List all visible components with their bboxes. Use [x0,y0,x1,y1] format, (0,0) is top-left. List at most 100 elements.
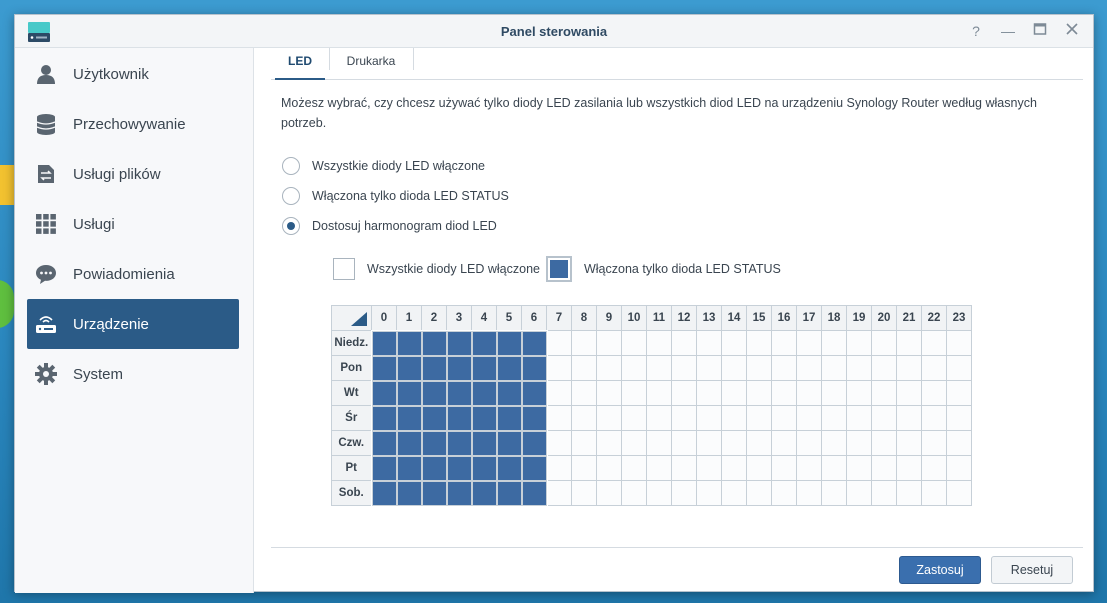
radio-button[interactable] [282,157,300,175]
schedule-cell-all-on[interactable] [646,380,672,406]
schedule-cell-all-on[interactable] [921,480,947,506]
schedule-cell-all-on[interactable] [546,480,572,506]
schedule-cell-all-on[interactable] [621,355,647,381]
schedule-cell-all-on[interactable] [571,330,597,356]
schedule-cell-all-on[interactable] [746,355,772,381]
schedule-cell-all-on[interactable] [821,455,847,481]
apply-button[interactable]: Zastosuj [899,556,981,584]
tab-led[interactable]: LED [275,48,325,80]
schedule-cell-all-on[interactable] [846,455,872,481]
schedule-cell-all-on[interactable] [646,405,672,431]
schedule-cell-status-only[interactable] [470,379,498,407]
sidebar-item-file-services[interactable]: Usługi plików [27,149,239,199]
schedule-cell-all-on[interactable] [571,405,597,431]
schedule-cell-all-on[interactable] [871,380,897,406]
day-header[interactable]: Pt [331,455,372,481]
hour-header[interactable]: 19 [846,305,872,331]
schedule-cell-status-only[interactable] [495,479,523,507]
hour-header[interactable]: 23 [946,305,972,331]
schedule-cell-all-on[interactable] [771,405,797,431]
schedule-cell-all-on[interactable] [796,455,822,481]
schedule-cell-all-on[interactable] [621,480,647,506]
schedule-cell-status-only[interactable] [395,479,423,507]
schedule-cell-all-on[interactable] [921,380,947,406]
schedule-cell-status-only[interactable] [370,329,398,357]
schedule-cell-all-on[interactable] [821,330,847,356]
schedule-cell-status-only[interactable] [520,329,548,357]
schedule-cell-status-only[interactable] [520,354,548,382]
radio-button[interactable] [282,187,300,205]
schedule-cell-all-on[interactable] [696,430,722,456]
schedule-cell-status-only[interactable] [395,404,423,432]
schedule-cell-all-on[interactable] [871,355,897,381]
schedule-cell-all-on[interactable] [621,380,647,406]
schedule-cell-status-only[interactable] [520,379,548,407]
hour-header[interactable]: 20 [871,305,897,331]
schedule-cell-all-on[interactable] [946,330,972,356]
schedule-cell-status-only[interactable] [445,329,473,357]
option-status-only[interactable]: Włączona tylko dioda LED STATUS [282,187,509,205]
schedule-cell-status-only[interactable] [445,404,473,432]
schedule-cell-all-on[interactable] [921,405,947,431]
schedule-cell-all-on[interactable] [596,355,622,381]
day-header[interactable]: Śr [331,405,372,431]
schedule-cell-status-only[interactable] [420,354,448,382]
schedule-cell-status-only[interactable] [395,454,423,482]
schedule-cell-all-on[interactable] [571,480,597,506]
schedule-cell-all-on[interactable] [671,355,697,381]
hour-header[interactable]: 16 [771,305,797,331]
schedule-cell-all-on[interactable] [796,480,822,506]
schedule-cell-all-on[interactable] [696,405,722,431]
schedule-cell-all-on[interactable] [671,380,697,406]
schedule-cell-all-on[interactable] [596,480,622,506]
schedule-cell-all-on[interactable] [896,455,922,481]
close-icon[interactable] [1063,22,1081,40]
day-header[interactable]: Czw. [331,430,372,456]
schedule-cell-all-on[interactable] [746,380,772,406]
sidebar-item-storage[interactable]: Przechowywanie [27,99,239,149]
schedule-cell-all-on[interactable] [696,355,722,381]
schedule-cell-all-on[interactable] [621,330,647,356]
schedule-cell-all-on[interactable] [921,430,947,456]
hour-header[interactable]: 10 [621,305,647,331]
schedule-cell-all-on[interactable] [896,330,922,356]
schedule-cell-all-on[interactable] [646,480,672,506]
reset-button[interactable]: Resetuj [991,556,1073,584]
schedule-cell-all-on[interactable] [646,330,672,356]
schedule-cell-all-on[interactable] [871,330,897,356]
schedule-cell-status-only[interactable] [420,329,448,357]
schedule-cell-all-on[interactable] [671,455,697,481]
hour-header[interactable]: 9 [596,305,622,331]
schedule-cell-status-only[interactable] [395,354,423,382]
legend-status-only-swatch[interactable] [545,256,572,282]
schedule-cell-status-only[interactable] [420,404,448,432]
maximize-icon[interactable] [1031,22,1049,40]
schedule-cell-all-on[interactable] [721,405,747,431]
schedule-cell-all-on[interactable] [621,405,647,431]
schedule-cell-all-on[interactable] [921,330,947,356]
minimize-icon[interactable]: — [999,22,1017,40]
hour-header[interactable]: 22 [921,305,947,331]
day-header[interactable]: Pon [331,355,372,381]
schedule-cell-status-only[interactable] [370,429,398,457]
hour-header[interactable]: 6 [521,305,547,331]
schedule-cell-status-only[interactable] [420,454,448,482]
schedule-cell-all-on[interactable] [771,480,797,506]
schedule-cell-all-on[interactable] [821,380,847,406]
schedule-cell-all-on[interactable] [796,430,822,456]
schedule-cell-all-on[interactable] [896,405,922,431]
schedule-cell-status-only[interactable] [495,329,523,357]
schedule-cell-status-only[interactable] [370,404,398,432]
schedule-cell-all-on[interactable] [771,380,797,406]
schedule-cell-all-on[interactable] [821,430,847,456]
schedule-cell-all-on[interactable] [646,355,672,381]
schedule-cell-all-on[interactable] [696,330,722,356]
schedule-cell-all-on[interactable] [846,430,872,456]
led-schedule-grid[interactable]: 0 1 2 3 4 5 6 7 8 9 10 11 12 13 14 15 16 17 18 19 20 21 22 23 Ni… [331,305,972,507]
day-header[interactable]: Niedz. [331,330,372,356]
grid-corner-toggle[interactable] [331,305,372,331]
hour-header[interactable]: 18 [821,305,847,331]
schedule-cell-all-on[interactable] [621,430,647,456]
schedule-cell-all-on[interactable] [546,380,572,406]
sidebar-item-services[interactable]: Usługi [27,199,239,249]
